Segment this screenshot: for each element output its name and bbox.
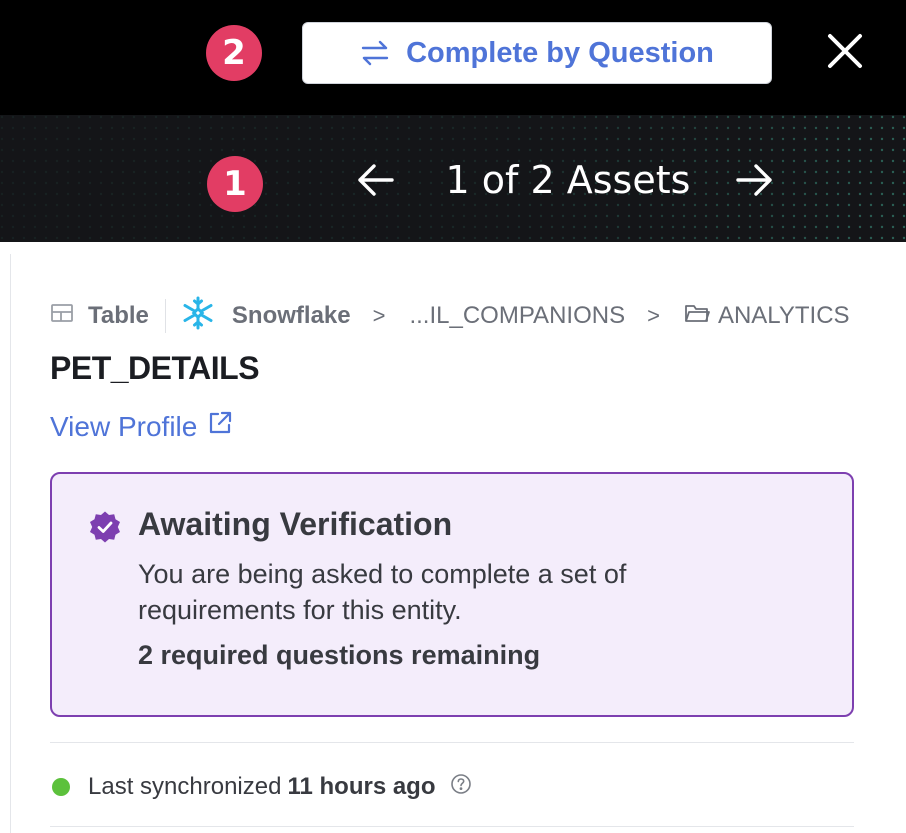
remaining-questions-count: 2 required questions remaining [138,640,541,670]
view-profile-link[interactable]: View Profile [50,410,233,443]
source-label[interactable]: Snowflake [232,302,351,330]
asset-position-label: 1 of 2 Assets [445,158,691,202]
view-profile-label: View Profile [50,410,198,442]
arrow-right-icon[interactable] [734,160,774,200]
snowflake-icon [180,295,216,338]
status-dot [52,778,70,796]
sync-status: Last synchronized 11 hours ago [52,770,472,804]
step-badge-1: 1 [207,156,263,212]
verification-title: Awaiting Verification [138,506,453,542]
asset-title: PET_DETAILS [50,350,260,386]
panel-edge [0,254,11,833]
complete-by-question-button[interactable]: Complete by Question [302,22,772,84]
schema-label[interactable]: ANALYTICS [718,302,850,330]
close-icon[interactable] [822,28,868,74]
table-icon [50,302,74,331]
help-icon[interactable] [450,773,472,802]
sync-time: 11 hours ago [287,773,436,800]
external-link-icon [207,410,233,443]
database-label[interactable]: ...IL_COMPANIONS [409,302,625,330]
sync-prefix: Last synchronized [88,773,282,800]
complete-by-question-label: Complete by Question [406,36,714,69]
top-bar: 2 Complete by Question [0,0,906,115]
breadcrumb: Table Snowflake > ...IL_COMPANIONS > ANA… [50,296,850,336]
verified-badge-icon [88,510,122,544]
verification-description: You are being asked to complete a set of… [138,559,627,625]
arrow-left-icon[interactable] [356,160,396,200]
chevron-right-icon: > [372,303,386,328]
swap-icon [360,39,390,67]
divider [50,742,854,743]
divider [50,826,854,827]
verification-callout: Awaiting Verification You are being aske… [50,472,854,717]
step-badge-2: 2 [206,25,262,81]
chevron-right-icon: > [647,303,660,328]
asset-type-label: Table [88,302,149,329]
folder-icon [684,302,710,331]
breadcrumb-divider [164,299,166,333]
